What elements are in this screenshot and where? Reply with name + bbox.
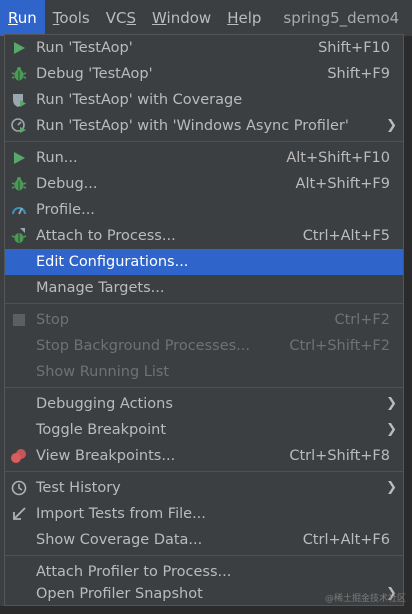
run-config-item[interactable]: Run 'TestAop' Shift+F10 bbox=[5, 35, 403, 61]
shortcut: Ctrl+Alt+F5 bbox=[302, 228, 390, 244]
watermark: @稀土掘金技术社区 bbox=[324, 594, 406, 604]
history-clock-icon bbox=[10, 479, 28, 497]
edit-configs-label: Edit Configurations... bbox=[36, 254, 189, 270]
stop-label: Stop bbox=[36, 312, 69, 328]
show-running-label: Show Running List bbox=[36, 364, 170, 380]
shortcut: Shift+F9 bbox=[327, 66, 390, 82]
shortcut: Alt+Shift+F10 bbox=[286, 150, 390, 166]
menu-help[interactable]: Help bbox=[219, 0, 269, 36]
attach-to-process-item[interactable]: Attach to Process... Ctrl+Alt+F5 bbox=[5, 223, 403, 249]
separator bbox=[5, 471, 403, 472]
manage-targets-item[interactable]: Manage Targets... bbox=[5, 275, 403, 301]
editor-edge bbox=[404, 36, 412, 614]
editor-bottom-edge bbox=[0, 606, 412, 614]
attach-label: Attach to Process... bbox=[36, 228, 176, 244]
profiler-run-icon bbox=[10, 117, 28, 135]
toggle-breakpoint-label: Toggle Breakpoint bbox=[36, 422, 167, 438]
show-coverage-label: Show Coverage Data... bbox=[36, 532, 203, 548]
menu-bar: Run Tools VCS Window Help spring5_demo4 bbox=[0, 0, 412, 36]
separator bbox=[5, 303, 403, 304]
debug-bug-icon bbox=[10, 175, 28, 193]
debugging-actions-item[interactable]: Debugging Actions ❯ bbox=[5, 391, 403, 417]
open-snapshot-label: Open Profiler Snapshot bbox=[36, 586, 203, 602]
shortcut: Ctrl+Shift+F8 bbox=[289, 448, 390, 464]
debug-label: Debug... bbox=[36, 176, 98, 192]
shortcut: Ctrl+Alt+F6 bbox=[302, 532, 390, 548]
stop-item[interactable]: Stop Ctrl+F2 bbox=[5, 307, 403, 333]
shortcut: Ctrl+Shift+F2 bbox=[289, 338, 390, 354]
import-arrow-icon bbox=[10, 505, 28, 523]
run-dropdown-menu: Run 'TestAop' Shift+F10 Debug 'TestAop' … bbox=[4, 34, 404, 606]
chevron-right-icon: ❯ bbox=[386, 422, 397, 437]
shortcut: Alt+Shift+F9 bbox=[295, 176, 390, 192]
shortcut: Ctrl+F2 bbox=[334, 312, 390, 328]
view-breakpoints-item[interactable]: View Breakpoints... Ctrl+Shift+F8 bbox=[5, 443, 403, 469]
menu-run[interactable]: Run bbox=[0, 0, 45, 36]
stop-bg-label: Stop Background Processes... bbox=[36, 338, 250, 354]
separator bbox=[5, 555, 403, 556]
chevron-right-icon: ❯ bbox=[386, 118, 397, 133]
import-tests-item[interactable]: Import Tests from File... bbox=[5, 501, 403, 527]
manage-targets-label: Manage Targets... bbox=[36, 280, 165, 296]
separator bbox=[5, 387, 403, 388]
test-history-label: Test History bbox=[36, 480, 121, 496]
run-with-async-profiler-item[interactable]: Run 'TestAop' with 'Windows Async Profil… bbox=[5, 113, 403, 139]
debugging-actions-label: Debugging Actions bbox=[36, 396, 173, 412]
shortcut: Shift+F10 bbox=[318, 40, 390, 56]
debug-bug-icon bbox=[10, 65, 28, 83]
run-label: Run... bbox=[36, 150, 78, 166]
coverage-label: Run 'TestAop' with Coverage bbox=[36, 92, 243, 108]
run-item[interactable]: Run... Alt+Shift+F10 bbox=[5, 145, 403, 171]
chevron-right-icon: ❯ bbox=[386, 480, 397, 495]
menu-vcs[interactable]: VCS bbox=[98, 0, 144, 36]
coverage-shield-icon bbox=[10, 91, 28, 109]
profiler-gauge-icon bbox=[10, 201, 28, 219]
stop-icon bbox=[10, 311, 28, 329]
profile-item[interactable]: Profile... bbox=[5, 197, 403, 223]
run-with-coverage-item[interactable]: Run 'TestAop' with Coverage bbox=[5, 87, 403, 113]
debug-config-item[interactable]: Debug 'TestAop' Shift+F9 bbox=[5, 61, 403, 87]
async-profiler-label: Run 'TestAop' with 'Windows Async Profil… bbox=[36, 118, 349, 134]
stop-background-item[interactable]: Stop Background Processes... Ctrl+Shift+… bbox=[5, 333, 403, 359]
edit-configurations-item[interactable]: Edit Configurations... bbox=[5, 249, 403, 275]
breakpoints-icon bbox=[10, 447, 28, 465]
debug-item[interactable]: Debug... Alt+Shift+F9 bbox=[5, 171, 403, 197]
run-icon bbox=[10, 39, 28, 57]
toggle-breakpoint-item[interactable]: Toggle Breakpoint ❯ bbox=[5, 417, 403, 443]
show-coverage-item[interactable]: Show Coverage Data... Ctrl+Alt+F6 bbox=[5, 527, 403, 553]
test-history-item[interactable]: Test History ❯ bbox=[5, 475, 403, 501]
menu-window[interactable]: Window bbox=[144, 0, 219, 36]
show-running-list-item[interactable]: Show Running List bbox=[5, 359, 403, 385]
run-config-label: Run 'TestAop' bbox=[36, 40, 133, 56]
run-icon bbox=[10, 149, 28, 167]
chevron-right-icon: ❯ bbox=[386, 396, 397, 411]
profile-label: Profile... bbox=[36, 202, 95, 218]
project-title: spring5_demo4 bbox=[283, 9, 400, 27]
debug-config-label: Debug 'TestAop' bbox=[36, 66, 153, 82]
import-tests-label: Import Tests from File... bbox=[36, 506, 206, 522]
separator bbox=[5, 141, 403, 142]
attach-debug-icon bbox=[10, 227, 28, 245]
menu-tools[interactable]: Tools bbox=[45, 0, 98, 36]
view-breakpoints-label: View Breakpoints... bbox=[36, 448, 176, 464]
